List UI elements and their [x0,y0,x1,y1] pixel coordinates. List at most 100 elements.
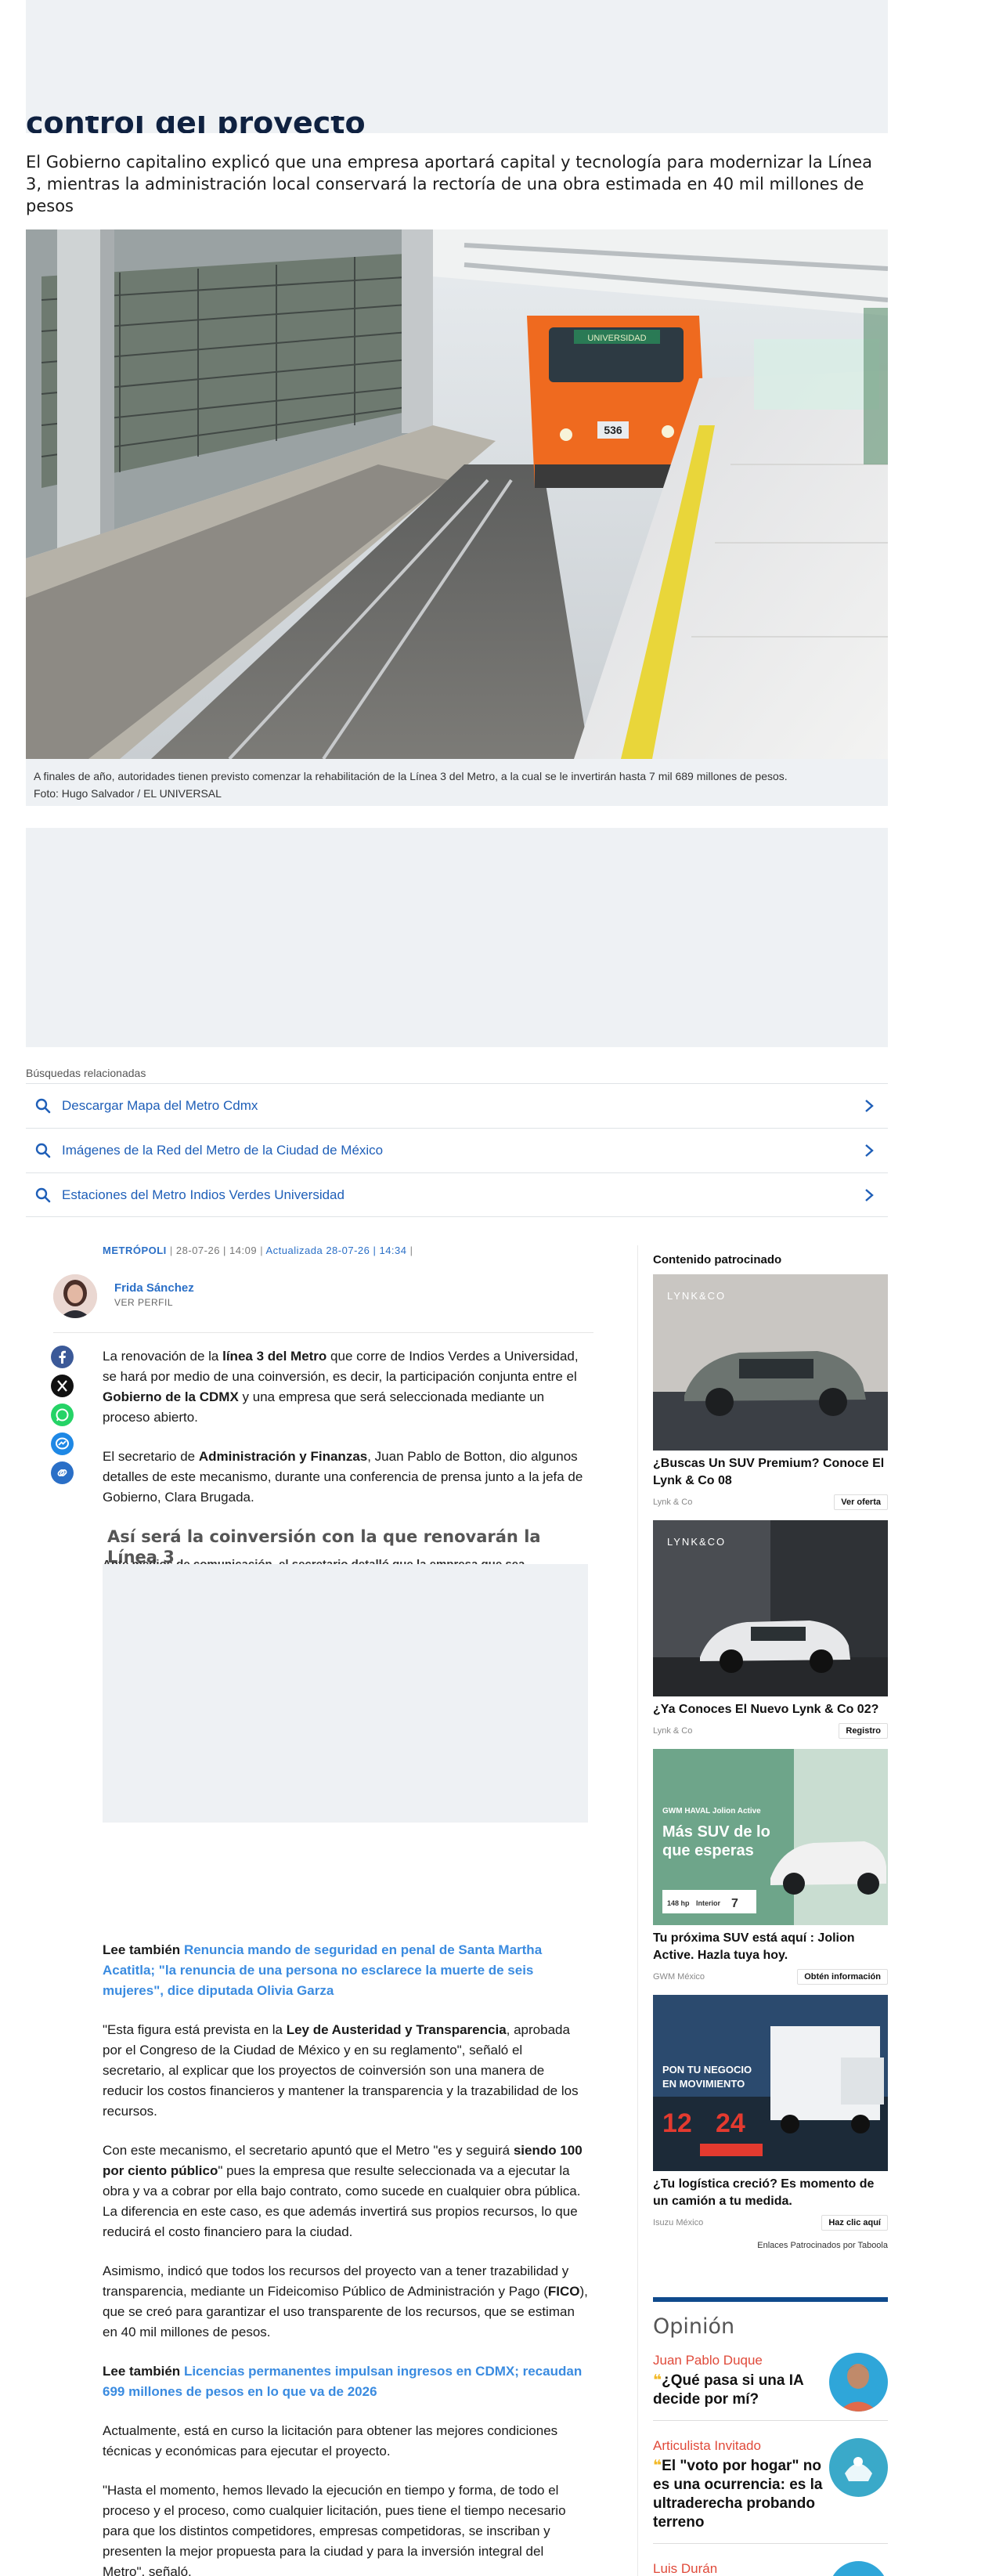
article-meta: METRÓPOLI | 28-07-26 | 14:09 | Actualiza… [103,1245,413,1256]
hero-image: UNIVERSIDAD 536 [26,229,888,759]
related-search-item[interactable]: Descargar Mapa del Metro Cdmx [26,1083,888,1128]
article-subtitle: El Gobierno capitalino explicó que una e… [26,153,873,215]
opinion-author-avatar [829,2438,888,2497]
sponsored-content: Contenido patrocinado LYNK&CO ¿Buscas Un… [653,1253,888,2250]
sponsored-source: GWM México [653,1972,705,1982]
sponsored-cta-button[interactable]: Ver oferta [834,1494,888,1510]
related-searches-list: Descargar Mapa del Metro Cdmx Imágenes d… [26,1083,888,1217]
article-paragraph: "Hasta el momento, hemos llevado la ejec… [103,2483,566,2576]
svg-text:GWM HAVAL Jolion Active: GWM HAVAL Jolion Active [662,1807,761,1815]
related-search-item[interactable]: Estaciones del Metro Indios Verdes Unive… [26,1172,888,1217]
svg-text:24: 24 [716,2108,745,2138]
chevron-right-icon [865,1188,874,1201]
copy-link-button[interactable] [51,1461,74,1484]
metro-train-illustration: UNIVERSIDAD 536 [26,229,888,759]
sponsored-cta-button[interactable]: Registro [839,1723,888,1739]
related-search-item[interactable]: Imágenes de la Red del Metro de la Ciuda… [26,1128,888,1172]
section-link[interactable]: METRÓPOLI [103,1245,167,1256]
sponsored-cta-button[interactable]: Obtén información [797,1969,888,1985]
updated-date: 28-07-26 | 14:34 [326,1245,407,1256]
top-ad-cover [26,0,888,116]
inline-ad-slot [103,1564,588,1823]
caption-text: A finales de año, autoridades tienen pre… [34,770,788,782]
column-divider [637,1245,638,2576]
updated-label: Actualizada [265,1245,323,1256]
sponsored-image: GWM HAVAL Jolion Active Más SUV de lo qu… [653,1749,888,1925]
sponsored-cta-button[interactable]: Haz clic aquí [821,2215,888,2231]
sponsored-image: LYNK&CO [653,1520,888,1696]
opinion-author-avatar [829,2353,888,2412]
suv-ad-image: LYNK&CO [653,1274,888,1451]
related-search-label: Estaciones del Metro Indios Verdes Unive… [62,1187,344,1202]
sponsored-card[interactable]: LYNK&CO ¿Ya Conoces El Nuevo Lynk & Co 0… [653,1520,888,1739]
facebook-share-button[interactable] [51,1346,74,1368]
taboola-attribution[interactable]: Enlaces Patrocinados por Taboola [653,2241,888,2250]
opinion-headline[interactable]: ❝El "voto por hogar" no es una ocurrenci… [653,2457,825,2532]
haval-ad-image: GWM HAVAL Jolion Active Más SUV de lo qu… [653,1749,888,1925]
sponsored-headline[interactable]: Tu próxima SUV está aquí : Jolion Active… [653,1930,888,1964]
related-search-label: Descargar Mapa del Metro Cdmx [62,1098,258,1113]
messenger-share-button[interactable] [51,1433,74,1455]
svg-text:Interior: Interior [696,1899,721,1907]
opinion-item[interactable]: Articulista Invitado ❝El "voto por hogar… [653,2438,888,2544]
truck-ad-image: PON TU NEGOCIO EN MOVIMIENTO 12 24 [653,1995,888,2171]
view-profile-link[interactable]: VER PERFIL [114,1297,173,1308]
search-icon [35,1098,51,1114]
opinion-title: Opinión [653,2314,735,2339]
read-also-label: Lee también [103,1942,181,1957]
sponsored-image: PON TU NEGOCIO EN MOVIMIENTO 12 24 [653,1995,888,2171]
author-name[interactable]: Frida Sánchez [114,1281,194,1295]
svg-text:Más SUV de lo: Más SUV de lo [662,1823,770,1841]
quote-icon: ❝ [653,2458,662,2474]
article-paragraph-peek: Ante medios de comunicación, el secretar… [103,1555,588,1564]
messenger-icon [56,1437,69,1450]
read-also-block: Lee también Renuncia mando de seguridad … [103,1940,588,2001]
search-icon [35,1187,51,1202]
sponsored-card[interactable]: LYNK&CO ¿Buscas Un SUV Premium? Conoce E… [653,1274,888,1510]
train-destination-sign: UNIVERSIDAD [587,334,646,343]
search-icon [35,1143,51,1158]
article-paragraph: Actualmente, está en curso la licitación… [103,2423,558,2459]
article-paragraph: La renovación de la línea 3 del Metro qu… [103,1349,579,1425]
opinion-item[interactable]: Juan Pablo Duque ❝¿Qué pasa si una IA de… [653,2353,888,2421]
share-bar [51,1346,74,1490]
chevron-right-icon [865,1100,874,1112]
sponsored-card[interactable]: GWM HAVAL Jolion Active Más SUV de lo qu… [653,1749,888,1985]
whatsapp-share-button[interactable] [51,1404,74,1426]
article-paragraph: "Esta figura está prevista en la Ley de … [103,2022,579,2119]
mid-ad-slot [26,828,888,1047]
facebook-icon [59,1350,66,1364]
opinion-headline[interactable]: ❝¿Qué pasa si una IA decide por mí? [653,2372,825,2409]
sponsored-headline[interactable]: ¿Tu logística creció? Es momento de un c… [653,2176,888,2210]
link-icon [57,1469,67,1476]
author-block: Frida Sánchez VER PERFIL [53,1270,593,1333]
opinion-item[interactable]: Luis Durán [653,2561,888,2576]
published-date: 28-07-26 | 14:09 [175,1245,258,1256]
x-icon [57,1380,67,1392]
sponsored-headline[interactable]: ¿Ya Conoces El Nuevo Lynk & Co 02? [653,1701,888,1718]
sponsored-headline[interactable]: ¿Buscas Un SUV Premium? Conoce El Lynk &… [653,1455,888,1490]
car-ad-image: LYNK&CO [653,1520,888,1696]
hero-caption: A finales de año, autoridades tienen pre… [26,759,888,806]
related-searches-title: Búsquedas relacionadas [26,1067,146,1079]
svg-text:EN MOVIMIENTO: EN MOVIMIENTO [662,2078,745,2090]
article-paragraph: El secretario de Administración y Finanz… [103,1449,583,1505]
article-body: La renovación de la línea 3 del Metro qu… [103,1346,588,2576]
svg-text:148 hp: 148 hp [667,1899,690,1907]
guest-writer-icon [829,2438,888,2497]
svg-text:que esperas: que esperas [662,1842,754,1859]
read-also-block: Lee también Licencias permanentes impuls… [103,2361,588,2402]
sponsored-image: LYNK&CO [653,1274,888,1451]
quote-icon: ❝ [653,2372,662,2389]
article-paragraph: Con este mecanismo, el secretario apuntó… [103,2143,583,2239]
train-number: 536 [604,424,622,436]
sponsored-card[interactable]: PON TU NEGOCIO EN MOVIMIENTO 12 24 ¿Tu l… [653,1995,888,2231]
headline-peek: control del proyecto [26,114,366,133]
article-paragraph: Asimismo, indicó que todos los recursos … [103,2263,588,2339]
opinion-section: Opinión Juan Pablo Duque ❝¿Qué pasa si u… [653,2297,888,2576]
x-share-button[interactable] [51,1375,74,1397]
sponsored-title: Contenido patrocinado [653,1253,782,1266]
author-avatar[interactable] [53,1274,97,1318]
chevron-right-icon [865,1144,874,1157]
svg-text:LYNK&CO: LYNK&CO [667,1290,726,1302]
